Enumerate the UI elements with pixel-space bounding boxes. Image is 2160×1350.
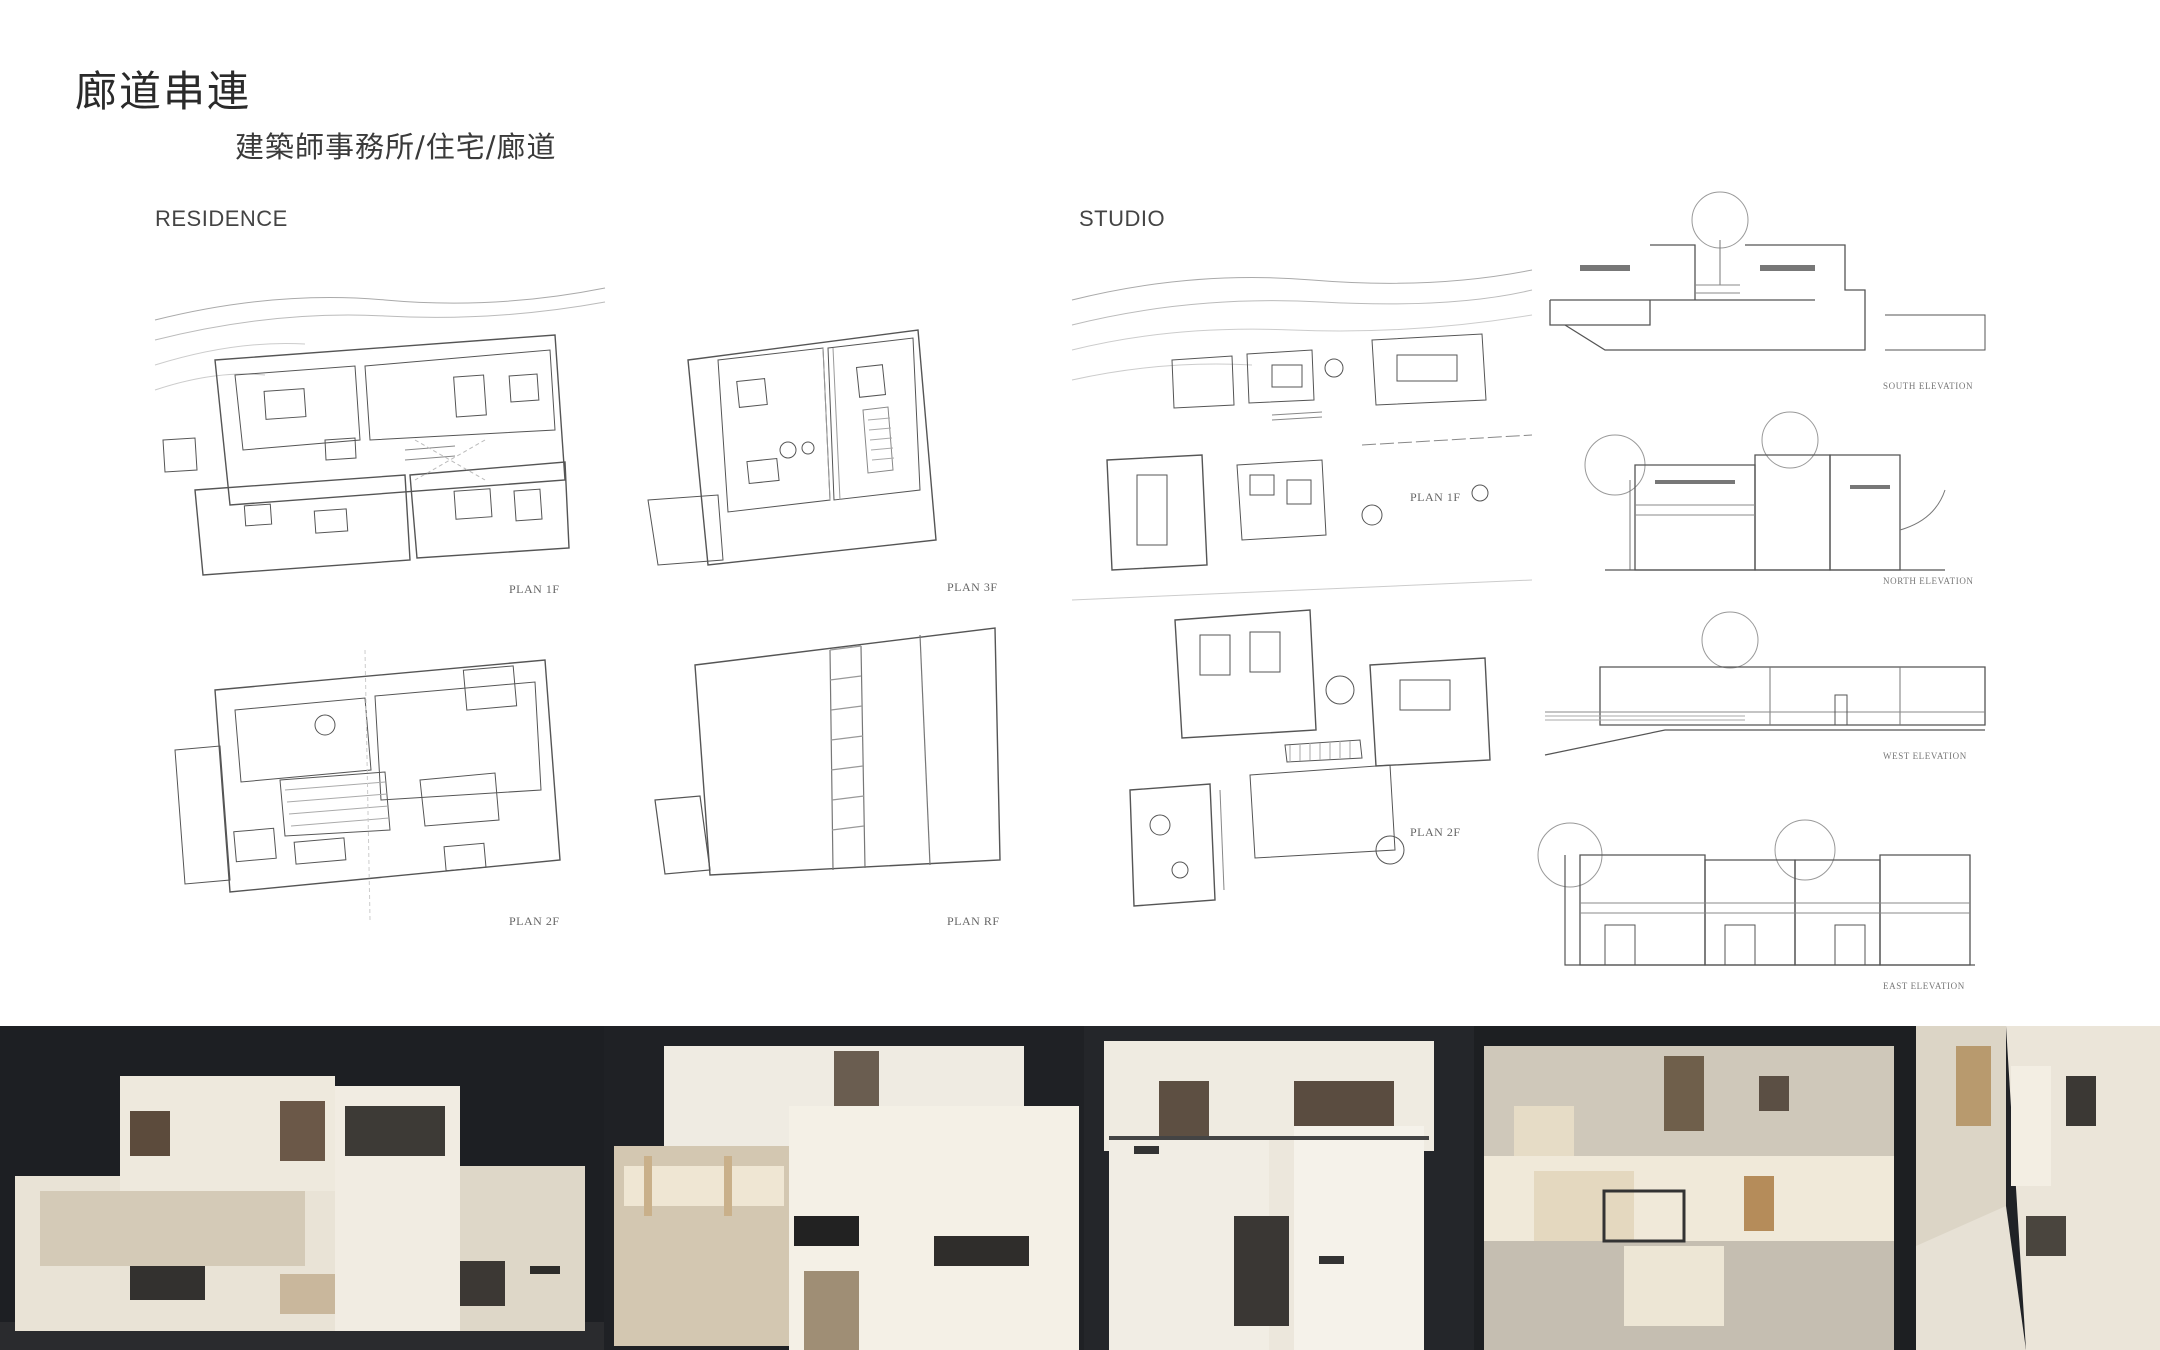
page-subtitle: 建築師事務所/住宅/廊道 <box>235 130 557 164</box>
studio-section-label: STUDIO <box>1079 206 1166 231</box>
studio-plan-1f-drawing <box>1072 240 1532 600</box>
west-elevation-drawing <box>1545 610 1985 760</box>
model-photo-5 <box>1916 1026 2160 1350</box>
residence-plan-rf-label: PLAN RF <box>947 914 1000 928</box>
residence-plan-1f-label: PLAN 1F <box>509 582 560 596</box>
model-photo-3 <box>1084 1026 1474 1350</box>
residence-plan-2f-label: PLAN 2F <box>509 914 560 928</box>
residence-section-label: RESIDENCE <box>155 206 288 231</box>
page-title: 廊道串連 <box>75 67 252 116</box>
east-elevation-label: EAST ELEVATION <box>1883 981 1965 991</box>
north-elevation-drawing <box>1575 410 1975 575</box>
residence-plan-rf-drawing <box>655 620 1005 880</box>
south-elevation-label: SOUTH ELEVATION <box>1883 381 1974 391</box>
east-elevation-drawing <box>1525 815 1985 975</box>
residence-plan-3f-drawing <box>648 300 998 560</box>
studio-plan-2f-label: PLAN 2F <box>1410 825 1461 839</box>
west-elevation-label: WEST ELEVATION <box>1883 751 1967 761</box>
residence-plan-2f-drawing <box>175 630 575 920</box>
residence-plan-3f-label: PLAN 3F <box>947 580 998 594</box>
studio-plan-1f-label: PLAN 1F <box>1410 490 1461 504</box>
model-photo-4 <box>1474 1026 1916 1350</box>
model-photo-2 <box>604 1026 1084 1350</box>
model-photo-1 <box>0 1026 604 1350</box>
residence-plan-1f-drawing <box>155 280 605 590</box>
north-elevation-label: NORTH ELEVATION <box>1883 576 1974 586</box>
south-elevation-drawing <box>1545 185 1985 365</box>
studio-plan-2f-drawing <box>1120 600 1540 910</box>
